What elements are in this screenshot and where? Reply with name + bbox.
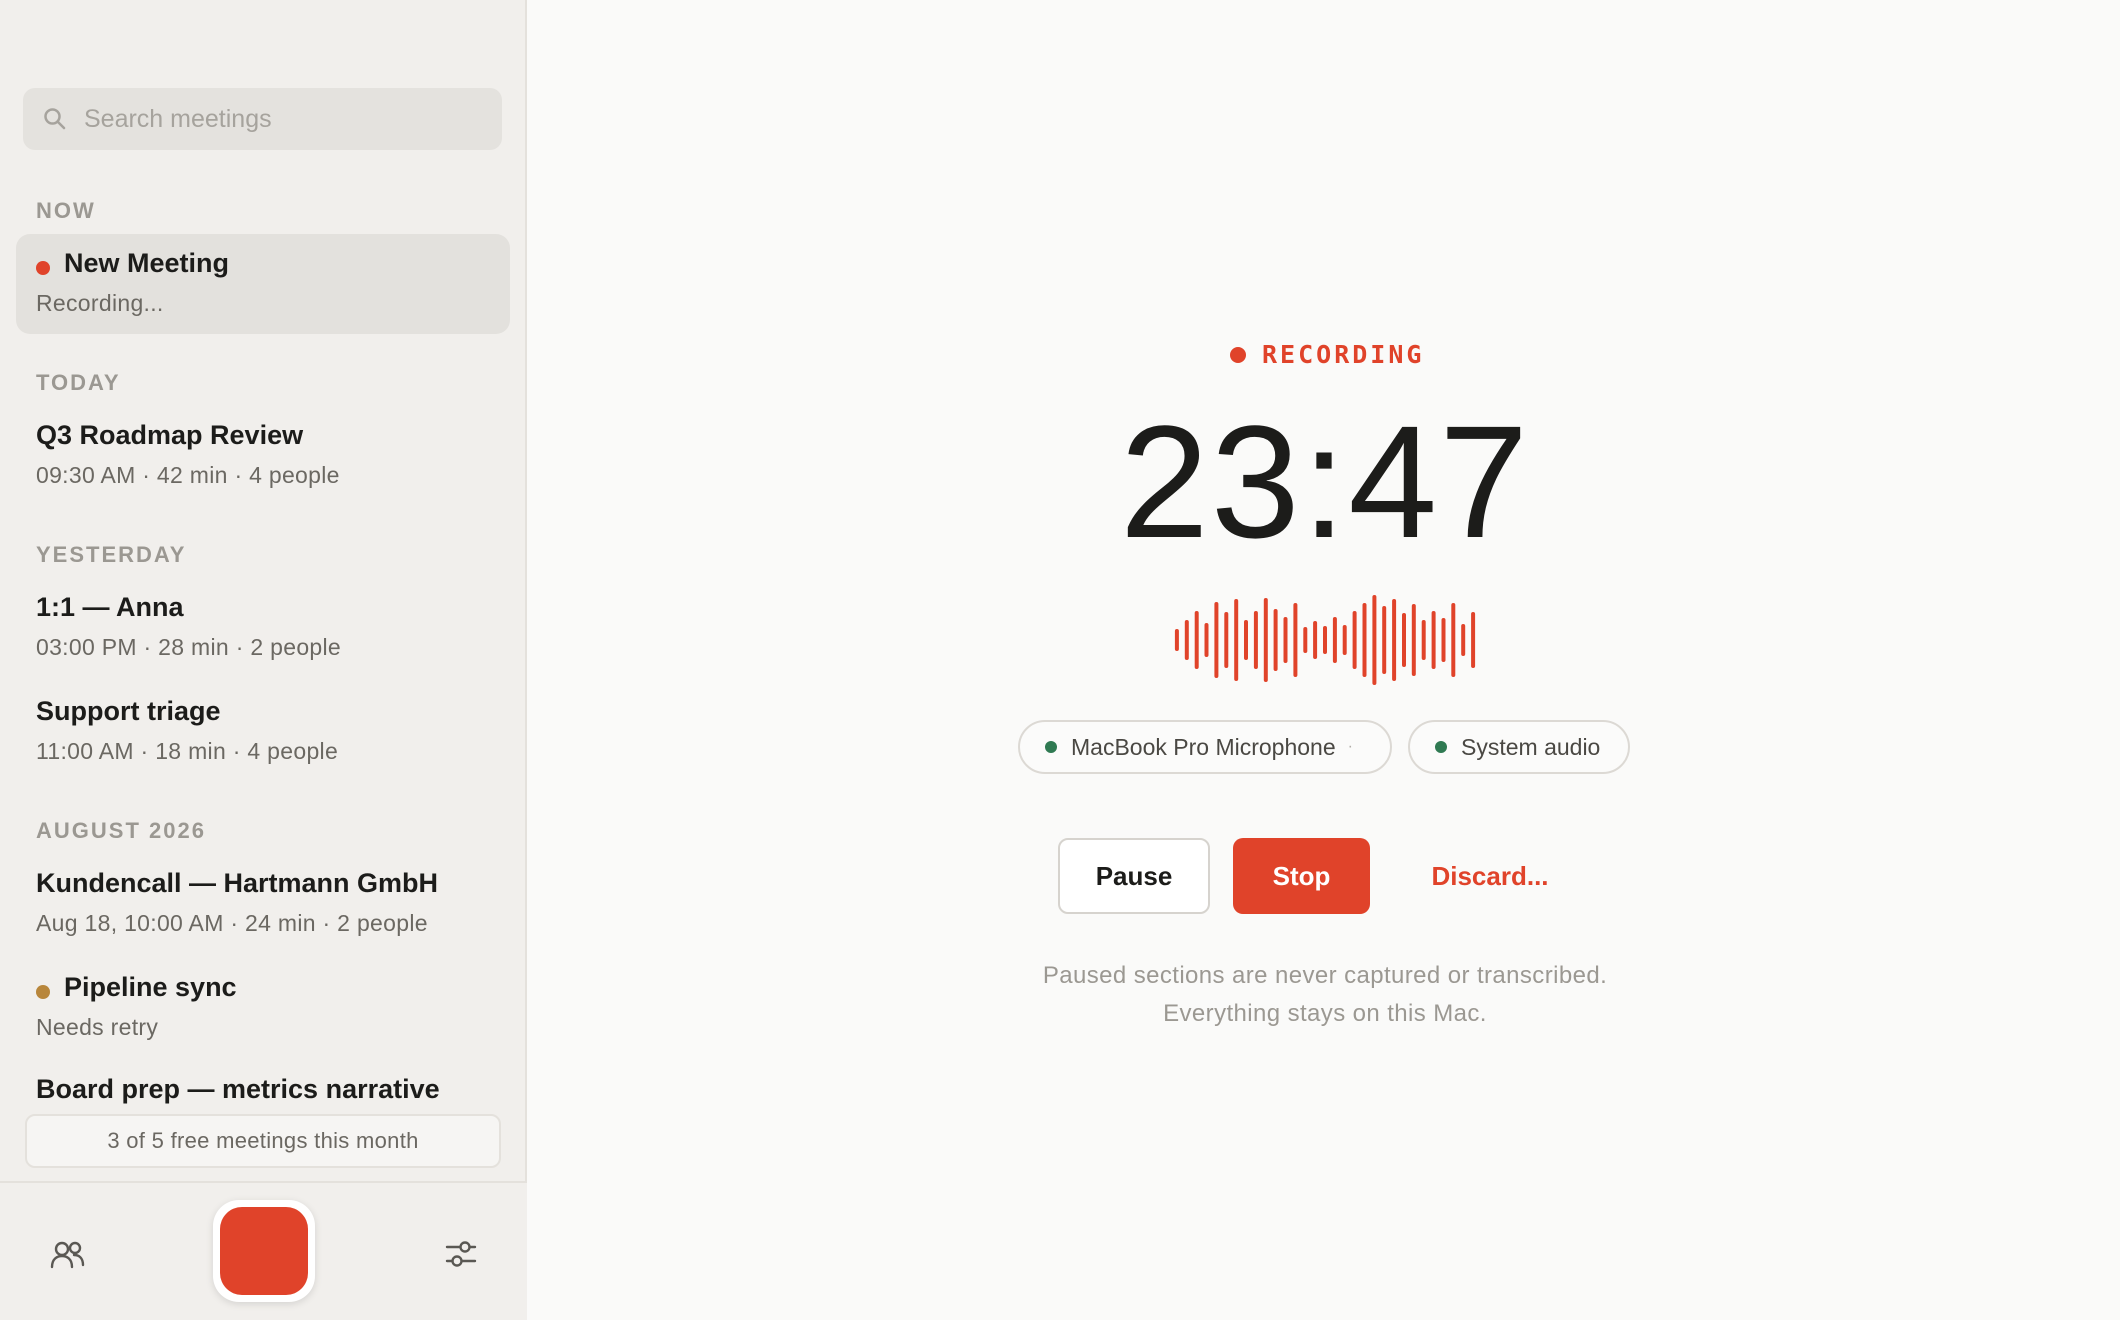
waveform-bar [1253,611,1258,669]
source-separator: · [1347,738,1353,755]
meeting-subtitle: 09:30 AM · 42 min · 4 people [36,462,340,488]
meeting-title: Kundencall — Hartmann GmbH [36,868,439,898]
waveform-bar [1362,603,1367,677]
waveform-bar [1332,617,1337,663]
source-chip-microphone[interactable]: MacBook Pro Microphone · [1018,720,1392,774]
waveform-bar [1224,612,1229,668]
recording-dot-icon [1230,346,1246,363]
meeting-title: New Meeting [64,248,230,278]
waveform-bar [1283,617,1288,663]
sliders-icon[interactable] [445,1239,477,1269]
list-item[interactable]: Board prep — metrics narrative [16,1060,510,1112]
stop-button[interactable]: Stop [1233,838,1370,914]
discard-button[interactable]: Discard... [1420,838,1560,914]
section-label-august: AUGUST 2026 [36,818,206,843]
waveform-bar [1352,611,1357,669]
waveform-bar [1392,599,1397,681]
section-label-today: TODAY [36,370,121,395]
source-label: System audio [1461,733,1601,760]
meeting-title: Board prep — metrics narrative [36,1074,440,1104]
audio-waveform [1174,595,1476,685]
list-item[interactable]: New Meeting Recording... [16,234,510,334]
search-placeholder: Search meetings [84,104,272,133]
section-label-yesterday: YESTERDAY [36,542,187,567]
search-input[interactable]: Search meetings [23,88,502,150]
waveform-bar [1421,620,1426,660]
waveform-bar [1411,604,1416,676]
waveform-bar [1323,626,1327,654]
waveform-bar [1451,603,1456,677]
waveform-bar [1194,611,1199,669]
meeting-subtitle: 03:00 PM · 28 min · 2 people [36,634,342,660]
recording-timer: 23:47 [1119,392,1531,571]
meeting-title: Support triage [36,696,221,726]
list-item[interactable]: Pipeline sync Needs retry [16,958,510,1058]
free-quota-banner: 3 of 5 free meetings this month [25,1114,501,1168]
waveform-bar [1184,620,1189,660]
meeting-subtitle: Needs retry [36,1014,159,1040]
list-item[interactable]: 1:1 — Anna 03:00 PM · 28 min · 2 people [16,578,510,678]
list-item[interactable]: Kundencall — Hartmann GmbH Aug 18, 10:00… [16,854,510,954]
record-button[interactable] [213,1200,315,1302]
record-button-fill [220,1207,308,1295]
source-chip-system-audio[interactable]: System audio [1408,720,1630,774]
retry-status-dot [36,985,50,999]
waveform-bar [1372,595,1377,685]
privacy-note-line2: Everything stays on this Mac. [1163,1000,1487,1027]
waveform-bar [1234,599,1239,681]
search-icon [44,108,66,130]
waveform-bar [1431,611,1436,669]
list-item[interactable]: Q3 Roadmap Review 09:30 AM · 42 min · 4 … [16,406,510,506]
sidebar: Search meetings NOW New Meeting Recordin… [0,0,527,1320]
people-icon[interactable] [50,1239,86,1271]
recording-status-label: RECORDING [1262,340,1425,369]
meeting-subtitle: Aug 18, 10:00 AM · 24 min · 2 people [36,910,428,936]
recording-status: RECORDING [1230,340,1424,369]
waveform-bar [1441,618,1446,662]
waveform-bar [1293,603,1298,677]
waveform-bar [1174,629,1179,651]
waveform-bar [1461,624,1466,656]
meeting-title: 1:1 — Anna [36,592,184,622]
recording-status-dot [36,261,50,275]
waveform-bar [1342,625,1347,655]
waveform-bar [1204,623,1209,657]
meeting-title: Q3 Roadmap Review [36,420,304,450]
waveform-bar [1382,606,1387,674]
waveform-bar [1244,620,1248,660]
section-label-now: NOW [36,198,96,223]
privacy-note-line1: Paused sections are never captured or tr… [1042,962,1608,989]
waveform-bar [1214,602,1219,678]
waveform-bar [1471,612,1476,668]
meeting-subtitle: 11:00 AM · 18 min · 4 people [36,738,339,764]
waveform-bar [1273,609,1278,671]
source-active-dot [1045,741,1057,753]
meeting-subtitle: Recording... [36,290,164,316]
source-active-dot [1435,741,1447,753]
waveform-bar [1313,621,1318,659]
source-label: MacBook Pro Microphone [1071,733,1336,760]
waveform-bar [1303,627,1308,653]
pause-button[interactable]: Pause [1058,838,1210,914]
waveform-bar [1402,613,1406,667]
waveform-bar [1263,598,1268,682]
list-item[interactable]: Support triage 11:00 AM · 18 min · 4 peo… [16,682,510,782]
meeting-title: Pipeline sync [64,972,237,1002]
